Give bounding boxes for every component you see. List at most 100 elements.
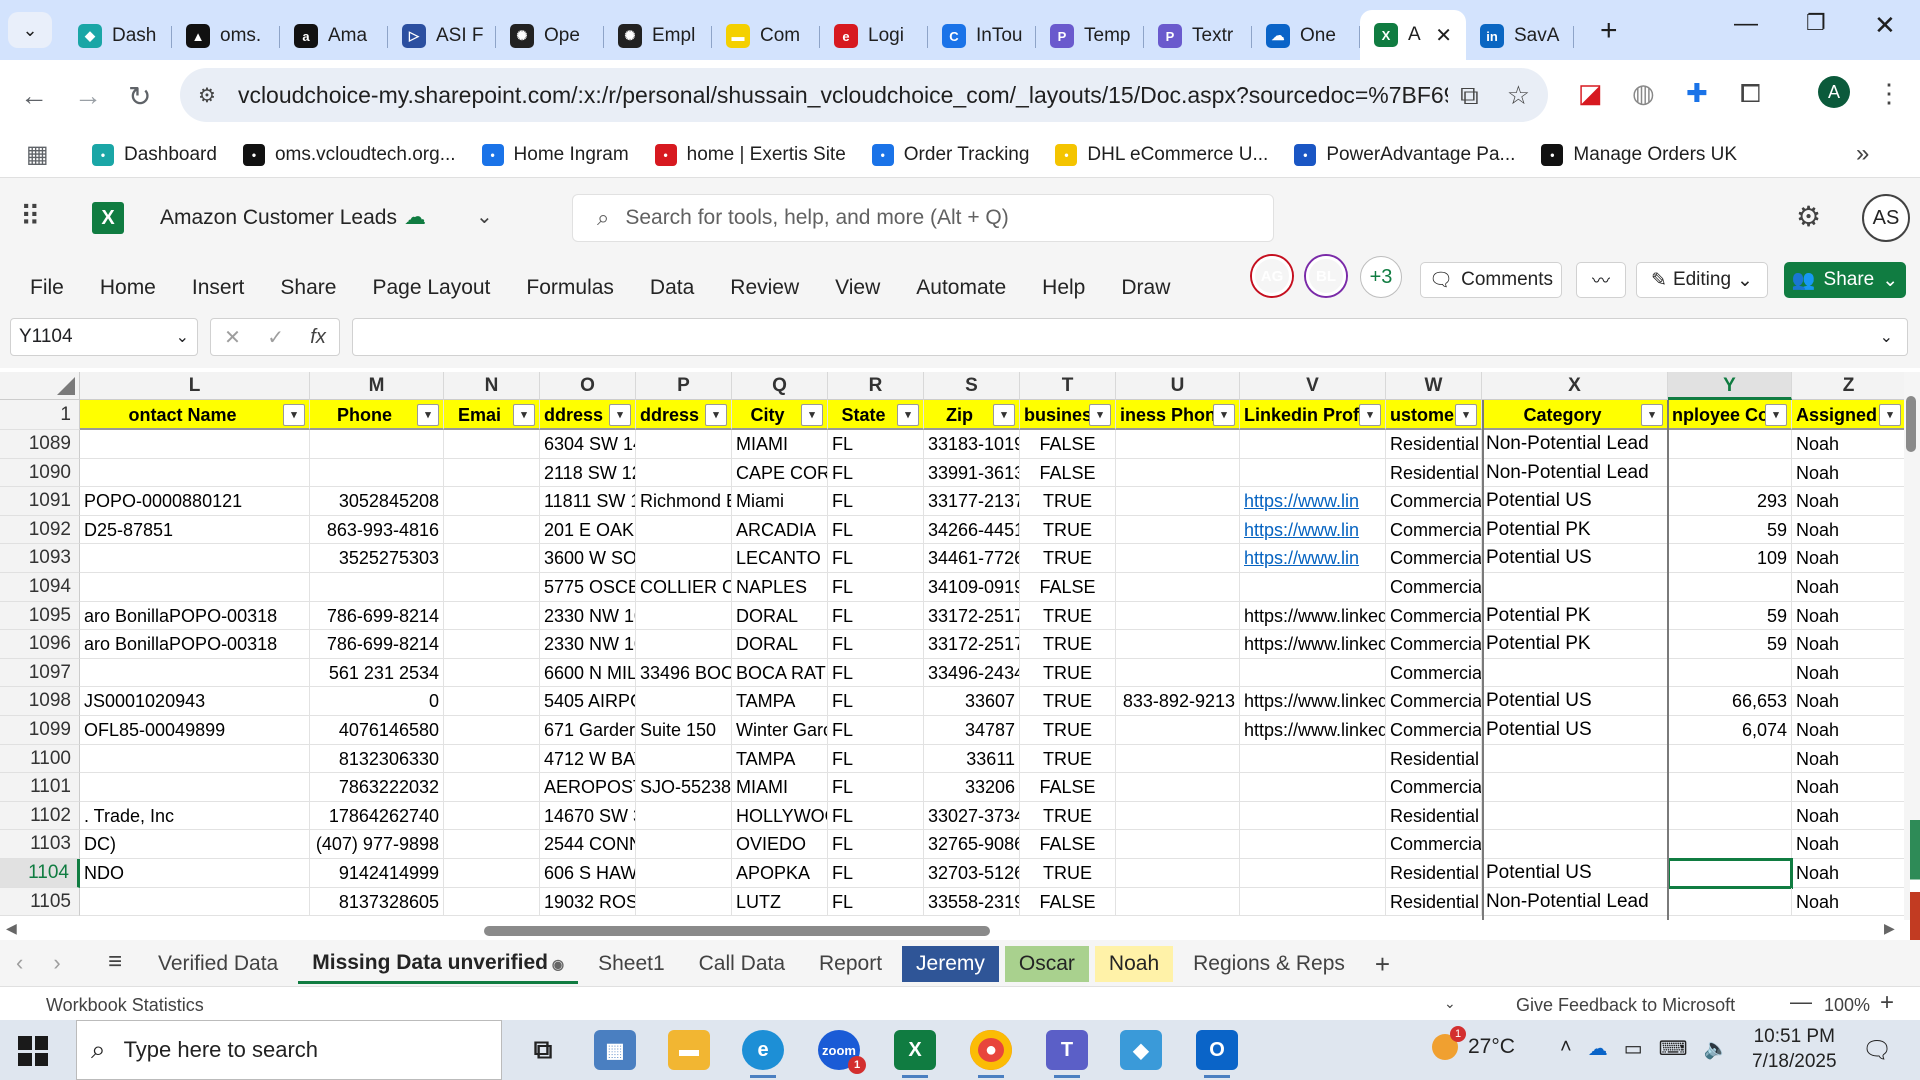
table-cell[interactable]: TRUE [1020,487,1116,516]
header-cell-w[interactable]: ustomer ▾ [1386,400,1482,430]
menu-page-layout[interactable]: Page Layout [372,276,490,300]
table-cell[interactable] [1482,744,1668,774]
table-cell[interactable] [1668,458,1792,488]
sheet-tab-missing-data-unverified[interactable]: Missing Data unverified ◉ [298,945,579,984]
table-cell[interactable]: 3525275303 [310,544,444,573]
filter-dropdown-icon[interactable]: ▾ [417,404,439,426]
table-cell[interactable]: Commercia [1386,773,1482,802]
scroll-right-icon[interactable]: ▶ [1884,920,1895,937]
table-cell[interactable]: Commercia [1386,573,1482,602]
table-cell[interactable]: 3600 W SOVEREIGN P [540,544,636,573]
filter-dropdown-icon[interactable]: ▾ [283,404,305,426]
table-cell[interactable]: Potential US [1482,859,1668,888]
table-cell[interactable] [1116,830,1240,859]
table-cell[interactable]: FALSE [1020,430,1116,459]
table-cell[interactable]: Residential [1386,859,1482,888]
table-cell[interactable]: D25-87851 [80,515,310,545]
table-cell[interactable] [1116,773,1240,802]
table-cell[interactable]: FALSE [1020,830,1116,859]
table-cell[interactable]: POPO-0000880121 [80,487,310,516]
table-cell[interactable]: Commercia [1386,716,1482,745]
table-cell[interactable]: OVIEDO [732,830,828,859]
table-cell[interactable]: 606 S HAWTHORNE AV [540,859,636,888]
row-header-1[interactable]: 1 [0,400,80,430]
browser-tab[interactable]: a Ama [280,14,388,58]
zoom-level[interactable]: 100% [1824,995,1870,1016]
header-cell-r[interactable]: State ▾ [828,400,924,430]
bookmark-item[interactable]: • Home Ingram [481,144,629,166]
header-cell-m[interactable]: Phone ▾ [310,400,444,430]
table-cell[interactable]: Residential [1386,430,1482,459]
table-cell[interactable] [444,744,540,774]
column-header-p[interactable]: P [636,372,732,400]
extensions-icon[interactable]: ⧠ [1740,78,1761,110]
table-cell[interactable]: 19032 ROSEATE DR [540,887,636,917]
more-bookmarks-icon[interactable]: » [1856,140,1869,168]
table-cell[interactable]: FL [828,430,924,459]
table-cell[interactable] [636,630,732,659]
row-header[interactable]: 1101 [0,773,80,802]
search-input[interactable]: ⌕ Search for tools, help, and more (Alt … [572,194,1274,242]
table-cell[interactable] [636,830,732,859]
expand-formula-chevron-icon[interactable]: ⌄ [1880,327,1893,347]
table-cell[interactable]: Potential US [1482,687,1668,716]
table-cell[interactable]: FL [828,458,924,488]
table-cell[interactable]: TAMPA [732,687,828,716]
table-cell[interactable]: 4712 W BAYVIEW AVE [540,744,636,774]
profile-avatar[interactable]: A [1818,76,1850,108]
table-cell[interactable]: TRUE [1020,544,1116,573]
filter-dropdown-icon[interactable]: ▾ [801,404,823,426]
sheet-tab-call-data[interactable]: Call Data [685,946,799,982]
table-cell[interactable]: Noah [1792,573,1904,602]
filter-dropdown-icon[interactable]: ▾ [1879,404,1901,426]
table-cell[interactable]: TRUE [1020,859,1116,888]
row-header[interactable]: 1097 [0,658,80,688]
weather-widget[interactable]: 1 27°C [1432,1026,1515,1060]
table-cell[interactable] [1116,716,1240,745]
table-cell[interactable]: OFL85-00049899 [80,716,310,745]
bookmark-star-icon[interactable]: ☆ [1507,80,1530,112]
table-cell[interactable] [636,744,732,774]
table-cell[interactable]: Non-Potential Lead [1482,458,1668,488]
table-cell[interactable] [444,544,540,573]
table-cell[interactable]: 786-699-8214 [310,630,444,659]
table-cell[interactable]: 6304 SW 146TH CT [540,430,636,459]
menu-home[interactable]: Home [100,276,156,300]
column-header-y[interactable]: Y [1668,372,1792,400]
filter-dropdown-icon[interactable]: ▾ [1765,404,1787,426]
sheet-tab-regions-reps[interactable]: Regions & Reps [1179,946,1359,982]
table-cell[interactable]: 786-699-8214 [310,601,444,631]
table-cell[interactable]: Noah [1792,516,1904,545]
header-cell-u[interactable]: iness Phone ▾ [1116,400,1240,430]
table-cell[interactable] [636,601,732,631]
table-cell[interactable]: Commercia [1386,630,1482,659]
table-cell[interactable] [80,744,310,774]
check-icon[interactable]: ✓ [267,325,284,350]
table-cell[interactable]: Commercia [1386,830,1482,859]
edge-icon[interactable]: e [742,1030,784,1078]
table-cell[interactable]: Noah [1792,544,1904,573]
table-cell[interactable] [1116,887,1240,917]
table-cell[interactable]: TRUE [1020,687,1116,716]
table-cell[interactable]: 6,074 [1668,716,1792,745]
table-cell[interactable]: Winter Garc [732,716,828,745]
table-cell[interactable]: Potential PK [1482,601,1668,631]
table-cell[interactable] [444,830,540,859]
table-cell[interactable]: 14670 SW 35TH CT [540,801,636,831]
table-cell[interactable] [444,687,540,716]
table-cell[interactable] [444,859,540,888]
table-cell[interactable] [1116,744,1240,774]
table-cell[interactable] [444,658,540,688]
battery-icon[interactable]: ▭ [1624,1036,1643,1061]
table-cell[interactable]: 17864262740 [310,801,444,831]
table-cell[interactable]: LUTZ [732,887,828,917]
table-cell[interactable]: 293 [1668,487,1792,516]
table-cell[interactable]: BOCA RAT [732,658,828,688]
editing-mode-button[interactable]: ✎ Editing ⌄ [1636,262,1768,298]
zoom-out-button[interactable]: — [1790,989,1812,1015]
table-cell[interactable]: 34109-0919 [924,573,1020,602]
function-icon[interactable]: fx [310,326,326,349]
table-cell[interactable]: Noah [1792,745,1904,774]
table-cell[interactable] [1240,859,1386,888]
row-header[interactable]: 1094 [0,573,80,602]
